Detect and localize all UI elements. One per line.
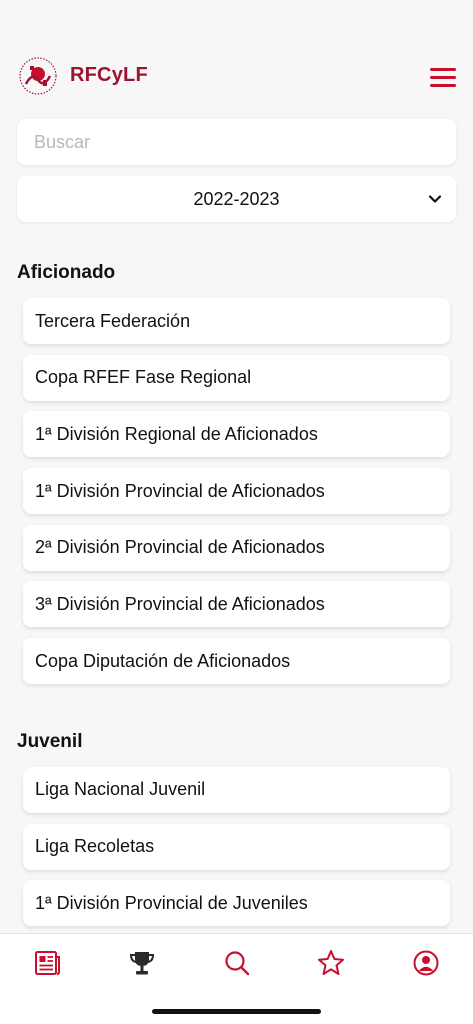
app-header: RFCyLF xyxy=(0,0,473,118)
season-select[interactable]: 2022-2023 xyxy=(17,176,456,222)
user-icon[interactable] xyxy=(411,948,441,978)
list-item[interactable]: 1ª División Regional de Aficionados xyxy=(23,411,450,458)
list-item[interactable]: Tercera Federación xyxy=(23,298,450,344)
brand-name: RFCyLF xyxy=(70,64,148,86)
rfcylf-logo-icon xyxy=(19,57,57,95)
home-indicator xyxy=(152,1009,321,1014)
star-icon[interactable] xyxy=(316,948,346,978)
list-item[interactable]: Copa Diputación de Aficionados xyxy=(23,638,450,685)
section-title-juvenil: Juvenil xyxy=(17,730,83,752)
trophy-icon[interactable] xyxy=(127,948,157,978)
list-item[interactable]: Liga Recoletas xyxy=(23,823,450,870)
search-icon[interactable] xyxy=(222,948,252,978)
chevron-down-icon xyxy=(428,195,442,203)
menu-icon xyxy=(430,68,456,71)
list-item[interactable]: 3ª División Provincial de Aficionados xyxy=(23,581,450,628)
list-item[interactable]: Liga Nacional Juvenil xyxy=(23,766,450,813)
menu-button[interactable] xyxy=(430,68,456,90)
list-item[interactable]: 1ª División Provincial de Juveniles xyxy=(23,880,450,927)
list-item[interactable]: 2ª División Provincial de Aficionados xyxy=(23,524,450,571)
list-item[interactable]: Copa RFEF Fase Regional xyxy=(23,354,450,401)
section-title-aficionado: Aficionado xyxy=(17,262,116,283)
list-item[interactable]: 1ª División Provincial de Aficionados xyxy=(23,468,450,515)
news-icon[interactable] xyxy=(32,948,62,978)
search-box xyxy=(17,119,456,165)
season-selected-value: 2022-2023 xyxy=(193,189,280,209)
competitions-list: Aficionado Tercera Federación Copa RFEF … xyxy=(0,250,473,933)
search-input[interactable] xyxy=(17,119,456,165)
